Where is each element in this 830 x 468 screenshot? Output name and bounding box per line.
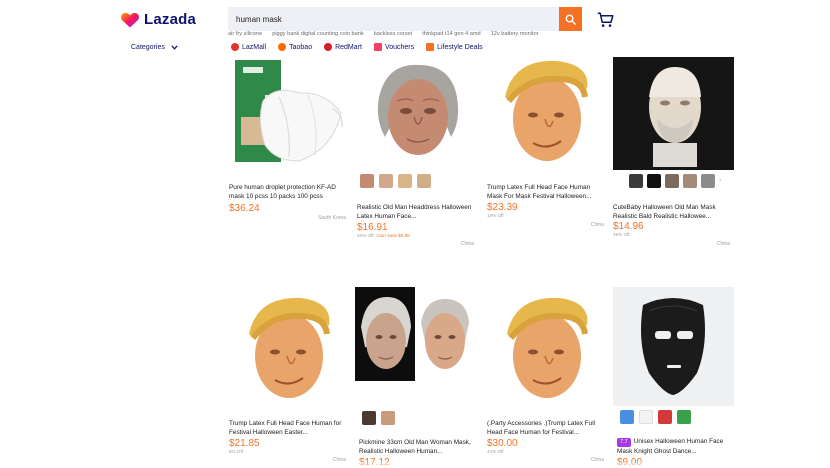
quick-links: LazMall Taobao RedMart Vouchers Lifestyl… <box>231 43 483 51</box>
lazada-logo[interactable]: Lazada <box>121 11 196 28</box>
product-discount: 45% Off <box>613 232 630 237</box>
product-card[interactable]: 7.7 Unisex Halloween Human Face Mask Knig… <box>613 287 734 468</box>
nav-link-vouchers[interactable]: Vouchers <box>373 43 415 51</box>
search-icon <box>565 14 576 25</box>
search-button[interactable] <box>559 7 582 31</box>
variant-thumbnails <box>620 410 691 424</box>
nav-link-taobao[interactable]: Taobao <box>278 43 312 51</box>
product-title-text: Unisex Halloween Human Face Mask Knight … <box>617 438 724 455</box>
lazada-heart-icon <box>121 12 139 27</box>
variant-thumbnail[interactable] <box>677 410 691 424</box>
product-card[interactable]: Realistic Old Man Headdress Halloween La… <box>357 57 478 247</box>
variant-thumbnail[interactable] <box>658 410 672 424</box>
variant-thumbnail[interactable] <box>620 410 634 424</box>
product-price: $16.91 <box>357 222 388 233</box>
suggestion-link[interactable]: piggy bank digital counting coin bank <box>272 31 363 37</box>
product-discount: 16% Off <box>487 213 504 218</box>
product-title[interactable]: Pickmine 33cm Old Man Woman Mask, Realis… <box>359 438 475 456</box>
product-image <box>613 57 734 170</box>
nav-link-label: Vouchers <box>384 43 415 51</box>
brand-name: Lazada <box>144 11 197 28</box>
product-discount: 33% Off Coin save $0.85 <box>357 233 410 238</box>
product-price: $14.96 <box>613 221 644 232</box>
nav-link-label: Lifestyle Deals <box>437 43 483 51</box>
product-image <box>487 57 608 170</box>
variant-thumbnail[interactable] <box>701 174 715 188</box>
variant-thumbnail[interactable] <box>683 174 697 188</box>
nav-link-label: LazMall <box>242 43 267 51</box>
variant-thumbnail[interactable] <box>647 174 661 188</box>
product-card[interactable]: › CuteBaby Halloween Old Man Mask Realis… <box>613 57 734 247</box>
product-title[interactable]: (.Party Accessories .)Trump Latex Full H… <box>487 419 603 437</box>
nav-link-lifestyle-deals[interactable]: Lifestyle Deals <box>426 43 483 51</box>
product-title[interactable]: Realistic Old Man Headdress Halloween La… <box>357 203 473 221</box>
product-location: China <box>460 241 474 247</box>
variant-thumbnail[interactable] <box>398 174 412 188</box>
chevron-down-icon <box>171 45 178 50</box>
variant-thumbnails: › <box>629 174 725 188</box>
promo-badge: 7.7 <box>617 438 631 447</box>
nav-link-label: RedMart <box>335 43 362 51</box>
discount-percent: 33% Off <box>357 233 374 238</box>
nav-link-label: Taobao <box>289 43 313 51</box>
product-price: $23.39 <box>487 202 518 213</box>
variant-thumbnail[interactable] <box>362 411 376 425</box>
suggestion-link[interactable]: backless corset <box>374 31 413 37</box>
search-input[interactable] <box>228 7 559 31</box>
variant-thumbnails <box>362 411 395 425</box>
variant-thumbnail[interactable] <box>639 410 653 424</box>
product-card[interactable]: Trump Latex Full Head Face Human Mask Fo… <box>487 57 608 232</box>
suggestion-link[interactable]: thinkpad t14 gen 4 amd <box>422 31 480 37</box>
product-card[interactable]: (.Party Accessories .)Trump Latex Full H… <box>487 292 608 468</box>
taobao-icon <box>278 43 287 51</box>
product-image <box>487 292 608 405</box>
product-price: $21.85 <box>229 438 260 449</box>
product-location: China <box>590 222 604 228</box>
variant-thumbnail[interactable] <box>665 174 679 188</box>
lifestyle-deals-icon <box>426 43 435 51</box>
product-card[interactable]: Trump Latex Full Head Face Human for Fes… <box>229 292 350 468</box>
product-discount: 5% Off <box>229 449 243 454</box>
voucher-icon <box>373 43 382 51</box>
product-image <box>357 57 478 170</box>
product-image <box>613 287 734 406</box>
product-price: $30.00 <box>487 438 518 449</box>
product-title[interactable]: 7.7 Unisex Halloween Human Face Mask Knig… <box>617 437 733 455</box>
product-title[interactable]: Trump Latex Full Head Face Human Mask Fo… <box>487 183 603 201</box>
redmart-icon <box>324 43 333 51</box>
product-location: South Korea <box>318 215 346 221</box>
cart-icon[interactable] <box>597 12 614 28</box>
product-title[interactable]: Trump Latex Full Head Face Human for Fes… <box>229 419 345 437</box>
product-discount: 44% Off <box>487 449 504 454</box>
variant-thumbnail[interactable] <box>381 411 395 425</box>
nav-link-lazmall[interactable]: LazMall <box>231 43 266 51</box>
variant-thumbnail[interactable] <box>417 174 431 188</box>
variant-thumbnail[interactable] <box>379 174 393 188</box>
variant-thumbnail[interactable] <box>360 174 374 188</box>
suggestion-link[interactable]: 12v battery monitor <box>491 31 539 37</box>
variant-thumbnails <box>360 174 431 188</box>
product-location: China <box>716 241 730 247</box>
product-card[interactable]: Pickmine 33cm Old Man Woman Mask, Realis… <box>355 287 476 468</box>
product-image <box>355 287 476 381</box>
categories-menu[interactable]: Categories <box>131 44 178 51</box>
search-bar <box>228 7 582 31</box>
product-title[interactable]: Pure human droplet protection KF-AD mask… <box>229 183 345 201</box>
chevron-right-icon[interactable]: › <box>719 174 725 188</box>
coin-save: Coin save $0.85 <box>376 233 410 238</box>
product-price: $36.24 <box>229 203 260 214</box>
categories-label: Categories <box>131 44 165 51</box>
nav-link-redmart[interactable]: RedMart <box>324 43 362 51</box>
search-suggestions: air fry silicone piggy bank digital coun… <box>228 31 539 37</box>
bottom-fade <box>0 460 830 468</box>
lazmall-icon <box>231 43 239 51</box>
product-image <box>229 57 350 170</box>
suggestion-link[interactable]: air fry silicone <box>228 31 262 37</box>
product-card[interactable]: Pure human droplet protection KF-AD mask… <box>229 57 350 227</box>
product-image <box>229 292 350 405</box>
variant-thumbnail[interactable] <box>629 174 643 188</box>
product-title[interactable]: CuteBaby Halloween Old Man Mask Realisti… <box>613 203 729 221</box>
